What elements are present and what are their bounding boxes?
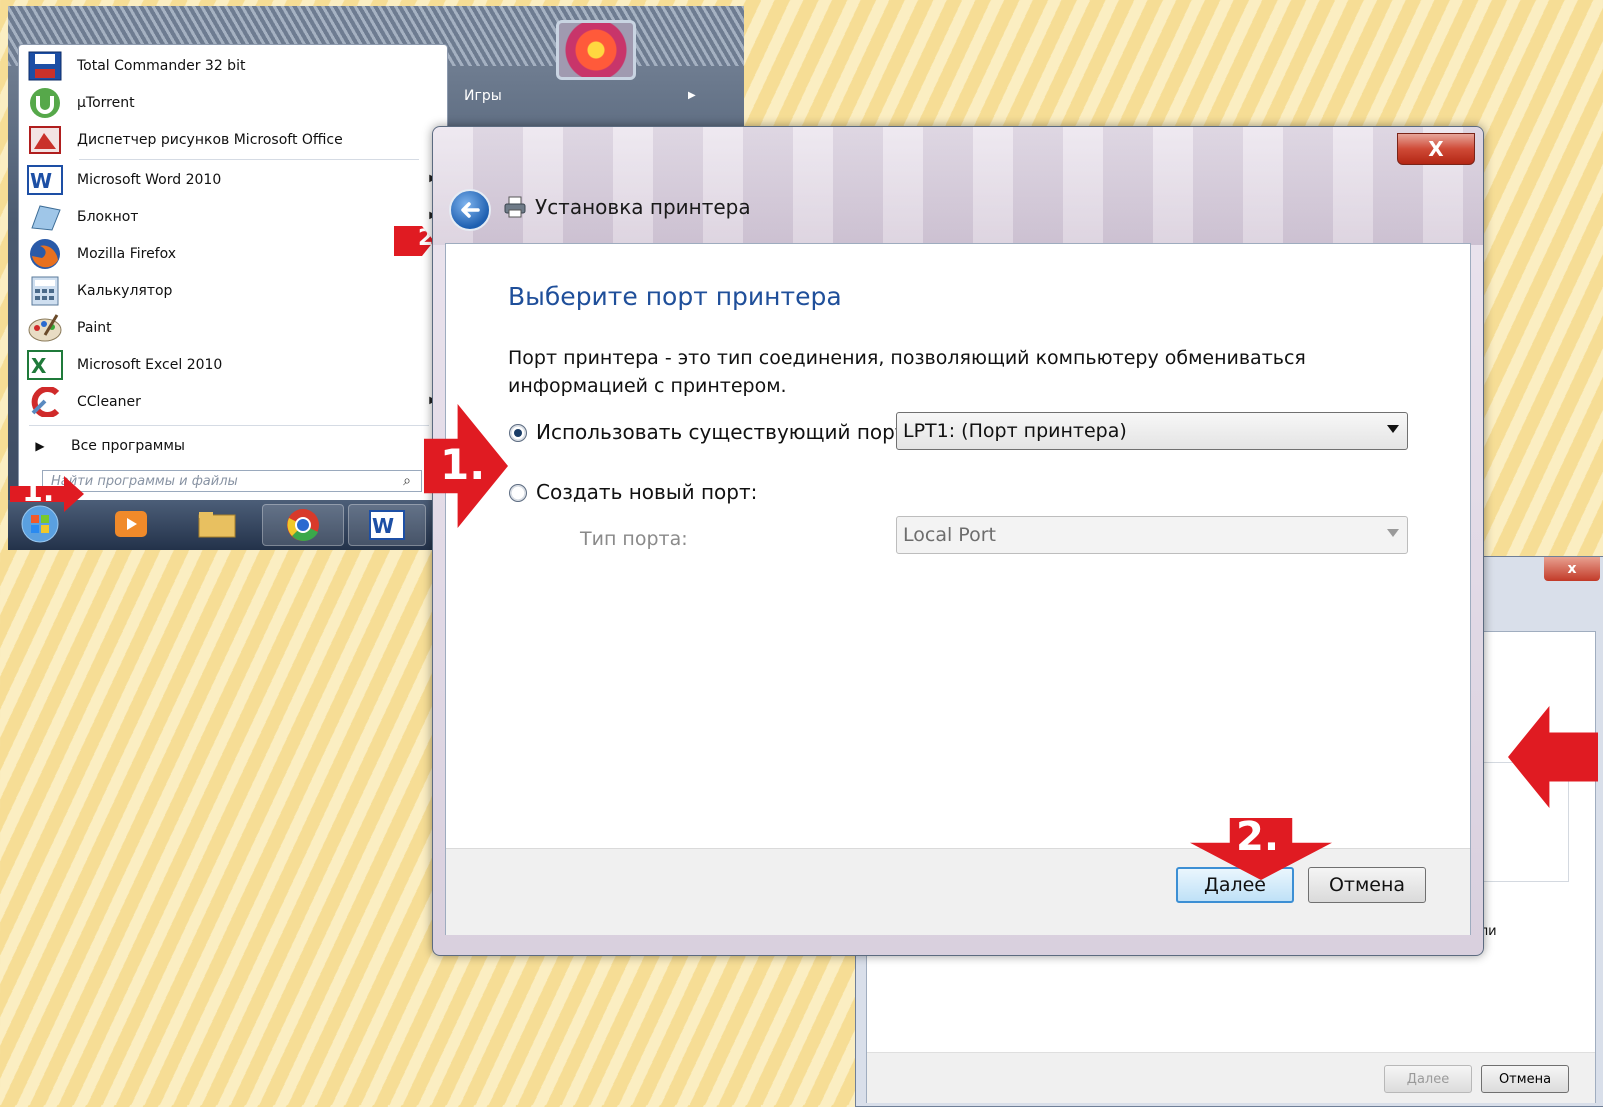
dialog-title: Установка принтера xyxy=(535,195,751,219)
existing-port-select[interactable]: LPT1: (Порт принтера) xyxy=(896,412,1408,450)
menu-item-utorrent[interactable]: µTorrent xyxy=(25,86,441,120)
start-menu-right-pane: Игры ▶ xyxy=(448,44,738,134)
menu-item-games[interactable]: Игры xyxy=(464,88,502,104)
menu-item-notepad[interactable]: Блокнот ▶ xyxy=(25,200,441,234)
taskbar-media-player[interactable] xyxy=(94,504,168,544)
close-button[interactable]: X xyxy=(1397,133,1475,165)
description-text: Порт принтера - это тип соединения, позв… xyxy=(508,347,1306,397)
menu-item-ccleaner[interactable]: CCleaner ▶ xyxy=(25,385,441,419)
radio-new-port[interactable] xyxy=(509,484,527,502)
word-icon: W xyxy=(25,164,65,196)
annotation-step1-start: 1. xyxy=(8,474,88,516)
next-button-disabled[interactable]: Далее xyxy=(1384,1065,1472,1093)
port-type-label: Тип порта: xyxy=(580,528,688,550)
svg-text:W: W xyxy=(30,169,52,193)
menu-item-picture-manager[interactable]: Диспетчер рисунков Microsoft Office xyxy=(25,123,441,157)
folder-icon xyxy=(198,512,236,538)
firefox-icon xyxy=(25,238,65,270)
utorrent-icon xyxy=(25,87,65,119)
menu-item-word[interactable]: W Microsoft Word 2010 ▶ xyxy=(25,163,441,197)
floppy-icon xyxy=(25,50,65,82)
svg-text:X: X xyxy=(31,354,47,378)
page-heading: Выберите порт принтера xyxy=(508,282,842,311)
excel-icon: X xyxy=(25,349,65,381)
dropdown-arrow-icon xyxy=(1387,425,1399,433)
menu-item-excel[interactable]: X Microsoft Excel 2010 xyxy=(25,348,441,382)
paint-icon xyxy=(25,312,65,344)
dropdown-arrow-icon xyxy=(1387,529,1399,537)
notepad-icon xyxy=(25,201,65,233)
taskbar-chrome[interactable] xyxy=(262,504,344,546)
close-button[interactable]: x xyxy=(1544,557,1600,581)
media-player-icon xyxy=(115,511,147,537)
all-programs-item[interactable]: ▶ Все программы xyxy=(25,429,441,463)
annotation-step1-dialog: 1. xyxy=(424,404,508,528)
submenu-arrow-icon: ▶ xyxy=(688,90,696,101)
port-type-select[interactable]: Local Port xyxy=(896,516,1408,554)
expand-arrow-icon: ▶ xyxy=(35,439,45,453)
annotation-step2-dialog: 2. xyxy=(1190,814,1332,880)
menu-item-firefox[interactable]: Mozilla Firefox xyxy=(25,237,441,271)
calculator-icon xyxy=(25,275,65,307)
menu-item-calculator[interactable]: Калькулятор xyxy=(25,274,441,308)
taskbar-word[interactable]: W xyxy=(348,504,426,546)
start-menu-programs: Total Commander 32 bit µTorrent Диспетче… xyxy=(18,44,448,504)
svg-text:W: W xyxy=(372,514,394,538)
start-search-input[interactable]: Найти программы и файлы ⌕ xyxy=(42,470,422,492)
back-arrow-button[interactable] xyxy=(449,189,491,231)
word-icon: W xyxy=(369,510,405,540)
label-new-port: Создать новый порт: xyxy=(536,480,758,504)
picture-manager-icon xyxy=(25,124,65,156)
search-icon: ⌕ xyxy=(403,473,411,489)
menu-item-total-commander[interactable]: Total Commander 32 bit xyxy=(25,49,441,83)
label-existing-port: Использовать существующий порт: xyxy=(536,420,914,444)
taskbar-explorer[interactable] xyxy=(180,504,254,544)
chrome-icon xyxy=(287,509,319,541)
printer-icon xyxy=(503,195,527,219)
back-arrow-icon xyxy=(461,202,480,218)
cancel-button[interactable]: Отмена xyxy=(1481,1065,1569,1093)
menu-item-paint[interactable]: Paint xyxy=(25,311,441,345)
ccleaner-icon xyxy=(25,386,65,418)
radio-existing-port[interactable] xyxy=(509,424,527,442)
